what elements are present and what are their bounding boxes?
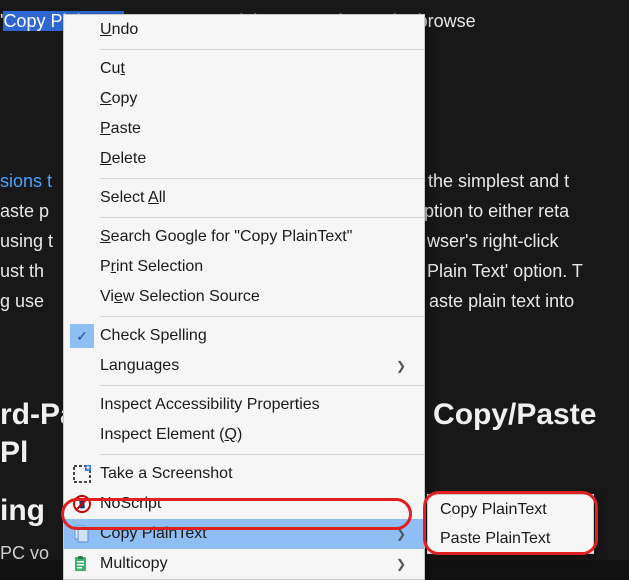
menu-item-delete[interactable]: Delete	[64, 144, 424, 174]
menu-item-take-screenshot[interactable]: Take a Screenshot	[64, 459, 424, 489]
menu-item-paste[interactable]: Paste	[64, 114, 424, 144]
menu-separator	[100, 217, 424, 218]
menu-item-check-spelling[interactable]: ✓ Check Spelling	[64, 321, 424, 351]
menu-item-languages[interactable]: Languages ❯	[64, 351, 424, 381]
menu-item-undo[interactable]: Undo	[64, 15, 424, 45]
context-menu: Undo Cut Copy Paste Delete Select All Se…	[63, 14, 425, 580]
checkmark-icon: ✓	[70, 324, 94, 348]
menu-item-multicopy[interactable]: Multicopy ❯	[64, 549, 424, 579]
chevron-right-icon: ❯	[396, 527, 410, 541]
noscript-icon	[72, 494, 92, 514]
submenu-item-copy-plaintext[interactable]: Copy PlainText	[428, 495, 593, 524]
menu-item-noscript[interactable]: NoScript	[64, 489, 424, 519]
menu-separator	[100, 316, 424, 317]
submenu-item-paste-plaintext[interactable]: Paste PlainText	[428, 524, 593, 553]
menu-item-print-selection[interactable]: Print Selection	[64, 252, 424, 282]
menu-item-inspect-accessibility[interactable]: Inspect Accessibility Properties	[64, 390, 424, 420]
menu-item-search-google[interactable]: Search Google for "Copy PlainText"	[64, 222, 424, 252]
copy-plaintext-icon	[72, 524, 92, 544]
article-link-extensions[interactable]: sions t	[0, 171, 52, 191]
menu-item-view-selection-source[interactable]: View Selection Source	[64, 282, 424, 312]
menu-item-inspect-element[interactable]: Inspect Element (Q)	[64, 420, 424, 450]
menu-item-select-all[interactable]: Select All	[64, 183, 424, 213]
copy-plaintext-submenu: Copy PlainText Paste PlainText	[427, 494, 594, 554]
menu-item-copy[interactable]: Copy	[64, 84, 424, 114]
menu-separator	[100, 178, 424, 179]
menu-item-cut[interactable]: Cut	[64, 54, 424, 84]
chevron-right-icon: ❯	[396, 359, 410, 373]
menu-separator	[100, 49, 424, 50]
menu-item-copy-plaintext[interactable]: Copy PlainText ❯	[64, 519, 424, 549]
menu-separator	[100, 454, 424, 455]
multicopy-icon	[72, 554, 92, 574]
menu-separator	[100, 385, 424, 386]
screenshot-icon	[72, 464, 92, 484]
chevron-right-icon: ❯	[396, 557, 410, 571]
